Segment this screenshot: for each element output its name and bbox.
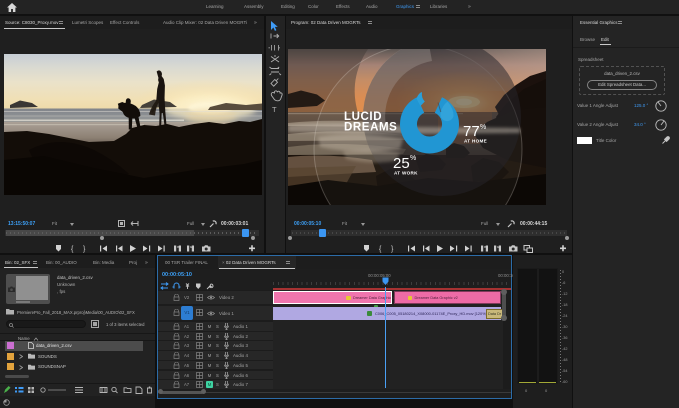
- svg-text:%: %: [480, 124, 486, 131]
- svg-text:77: 77: [463, 123, 480, 140]
- svg-text:AT WORK: AT WORK: [394, 171, 418, 176]
- svg-text:{: {: [379, 246, 382, 253]
- svg-text:25: 25: [393, 155, 410, 172]
- svg-text:T: T: [272, 105, 277, 114]
- svg-text:%: %: [410, 155, 416, 162]
- svg-text:}: }: [83, 246, 86, 253]
- svg-text:{: {: [71, 246, 74, 253]
- svg-text:AT HOME: AT HOME: [464, 139, 487, 144]
- svg-text:}: }: [391, 246, 394, 253]
- svg-text:DREAMS: DREAMS: [344, 122, 397, 134]
